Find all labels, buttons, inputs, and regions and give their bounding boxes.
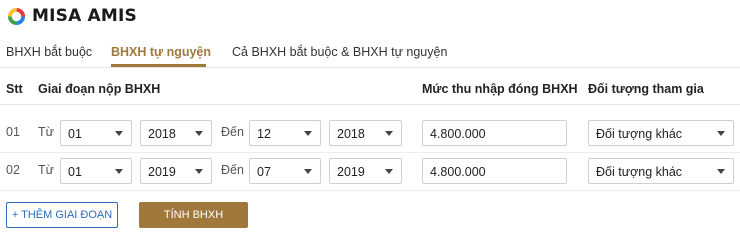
- chevron-down-icon: [385, 169, 393, 174]
- to-label: Đến: [221, 125, 244, 139]
- tab-ca-hai[interactable]: Cả BHXH bắt buộc & BHXH tự nguyện: [232, 45, 447, 59]
- to-year-select[interactable]: 2019: [329, 158, 402, 184]
- header-income: Mức thu nhập đóng BHXH: [422, 82, 578, 96]
- from-year-select[interactable]: 2019: [140, 158, 212, 184]
- from-label: Từ: [38, 163, 55, 177]
- header-stt: Stt: [6, 82, 23, 96]
- chevron-down-icon: [195, 169, 203, 174]
- brand-logo: MISA AMIS: [7, 5, 137, 27]
- row-stt: 01: [6, 125, 20, 139]
- brand-name: MISA AMIS: [32, 6, 138, 26]
- chevron-down-icon: [115, 131, 123, 136]
- tab-bhxh-tu-nguyen[interactable]: BHXH tự nguyện: [111, 45, 211, 59]
- participant-select[interactable]: Đối tượng khác: [588, 120, 734, 146]
- chevron-down-icon: [717, 169, 725, 174]
- from-label: Từ: [38, 125, 55, 139]
- chevron-down-icon: [385, 131, 393, 136]
- from-month-select[interactable]: 01: [60, 120, 132, 146]
- calculate-bhxh-button[interactable]: TÍNH BHXH: [139, 202, 248, 228]
- participant-select[interactable]: Đối tượng khác: [588, 158, 734, 184]
- row-stt: 02: [6, 163, 20, 177]
- chevron-down-icon: [115, 169, 123, 174]
- header-participant: Đối tượng tham gia: [588, 82, 704, 96]
- to-label: Đến: [221, 163, 244, 177]
- tab-bhxh-bat-buoc[interactable]: BHXH bắt buộc: [6, 45, 92, 59]
- to-year-select[interactable]: 2018: [329, 120, 402, 146]
- row-divider: [0, 190, 740, 191]
- chevron-down-icon: [304, 169, 312, 174]
- header-divider: [0, 104, 740, 105]
- header-period: Giai đoạn nộp BHXH: [38, 82, 161, 96]
- chevron-down-icon: [304, 131, 312, 136]
- add-period-button[interactable]: + THÊM GIAI ĐOẠN: [6, 202, 118, 228]
- from-year-select[interactable]: 2018: [140, 120, 212, 146]
- to-month-select[interactable]: 07: [249, 158, 321, 184]
- chevron-down-icon: [195, 131, 203, 136]
- chevron-down-icon: [717, 131, 725, 136]
- from-month-select[interactable]: 01: [60, 158, 132, 184]
- to-month-select[interactable]: 12: [249, 120, 321, 146]
- active-tab-indicator: [111, 64, 206, 67]
- income-input[interactable]: 4.800.000: [422, 158, 567, 184]
- misa-logo-icon: [7, 7, 26, 25]
- income-input[interactable]: 4.800.000: [422, 120, 567, 146]
- row-divider: [0, 152, 740, 153]
